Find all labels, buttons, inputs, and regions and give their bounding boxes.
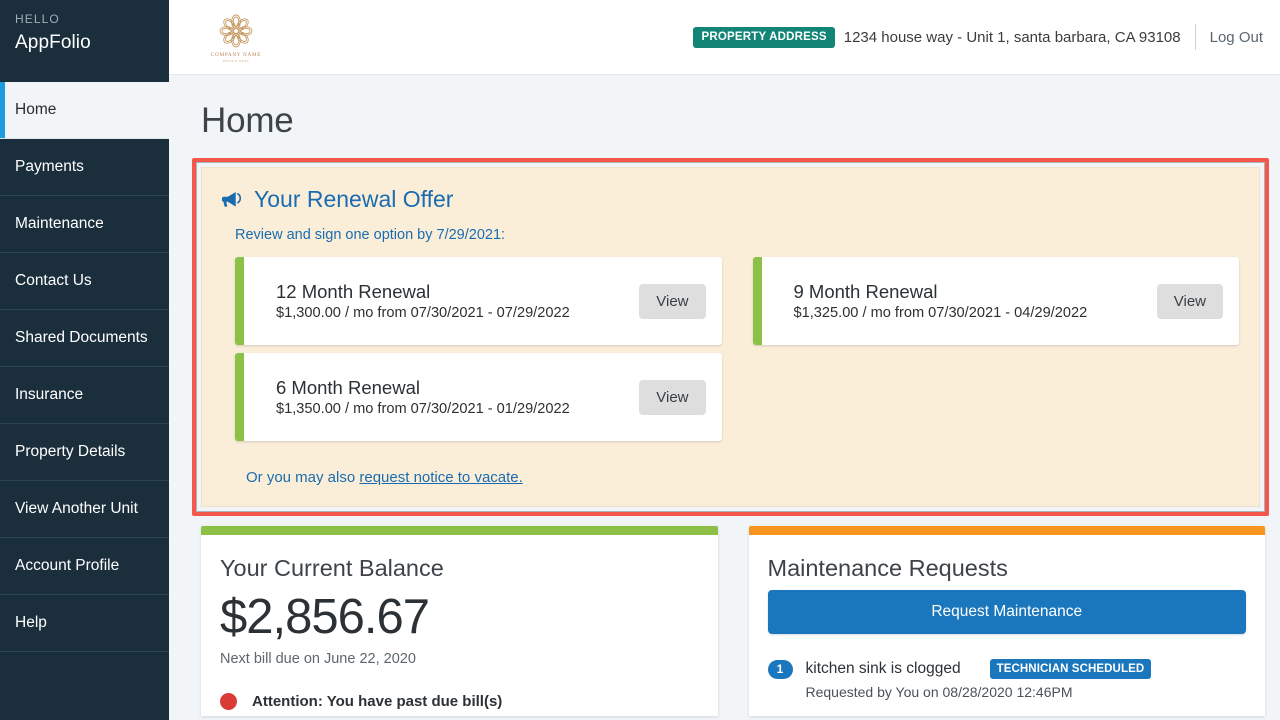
sidebar-item-payments[interactable]: Payments xyxy=(0,139,169,196)
notice-to-vacate-line: Or you may also request notice to vacate… xyxy=(246,469,1239,486)
past-due-alert: Attention: You have past due bill(s) xyxy=(220,692,699,710)
sidebar-account-name: AppFolio xyxy=(15,32,91,53)
main-area: COMPANY NAME DESIGN HERE PROPERTY ADDRES… xyxy=(169,0,1280,720)
renewal-offer-title: Your Renewal Offer xyxy=(254,186,454,212)
request-notice-to-vacate-link[interactable]: request notice to vacate. xyxy=(359,469,522,486)
sidebar-item-view-another-unit[interactable]: View Another Unit xyxy=(0,481,169,538)
sidebar-item-help[interactable]: Help xyxy=(0,595,169,652)
sidebar-item-shared-documents[interactable]: Shared Documents xyxy=(0,310,169,367)
current-balance-title: Your Current Balance xyxy=(220,555,444,581)
sidebar: HELLO AppFolio Home Payments Maintenance… xyxy=(0,0,169,720)
renewal-offer-info: 12 Month Renewal $1,300.00 / mo from 07/… xyxy=(244,281,639,321)
megaphone-icon xyxy=(222,191,242,207)
sidebar-item-label: Insurance xyxy=(15,386,84,403)
flower-mandala-logo-icon xyxy=(219,14,253,48)
company-logo[interactable]: COMPANY NAME DESIGN HERE xyxy=(205,6,267,68)
sidebar-item-label: Payments xyxy=(15,158,84,175)
next-bill-due-text: Next bill due on June 22, 2020 xyxy=(220,650,416,667)
renewal-offer-list: 12 Month Renewal $1,300.00 / mo from 07/… xyxy=(235,257,1239,441)
renewal-offer-highlight-wrap: Your Renewal Offer Review and sign one o… xyxy=(192,158,1269,516)
sidebar-item-label: Shared Documents xyxy=(15,329,148,346)
request-maintenance-button[interactable]: Request Maintenance xyxy=(767,590,1246,634)
renewal-offer-card[interactable]: 12 Month Renewal $1,300.00 / mo from 07/… xyxy=(235,257,722,345)
sidebar-item-label: Contact Us xyxy=(15,272,92,289)
renewal-offer-terms: $1,350.00 / mo from 07/30/2021 - 01/29/2… xyxy=(276,401,570,417)
renewal-offer-card[interactable]: 6 Month Renewal $1,350.00 / mo from 07/3… xyxy=(235,353,722,441)
view-offer-button[interactable]: View xyxy=(639,283,706,319)
sidebar-brand: HELLO AppFolio xyxy=(0,0,169,82)
current-balance-amount: $2,856.67 xyxy=(220,590,430,644)
page-content: Home Your Renewal Offer Review and sign … xyxy=(169,75,1280,720)
maintenance-request-header: 1 kitchen sink is clogged TECHNICIAN SCH… xyxy=(767,659,1247,679)
card-accent-stripe xyxy=(748,526,1265,535)
property-address-badge: PROPERTY ADDRESS xyxy=(693,26,835,48)
view-offer-button[interactable]: View xyxy=(1156,283,1223,319)
renewal-offer-terms: $1,325.00 / mo from 07/30/2021 - 04/29/2… xyxy=(793,305,1088,321)
current-balance-body: Your Current Balance $2,856.67 Next bill… xyxy=(201,535,718,710)
company-logo-tagline: DESIGN HERE xyxy=(222,59,250,63)
dashboard-cards-row: Your Current Balance $2,856.67 Next bill… xyxy=(201,526,1265,716)
sidebar-item-label: Help xyxy=(15,614,47,631)
sidebar-nav: Home Payments Maintenance Contact Us Sha… xyxy=(0,82,169,652)
sidebar-item-property-details[interactable]: Property Details xyxy=(0,424,169,481)
renewal-offer-info: 6 Month Renewal $1,350.00 / mo from 07/3… xyxy=(244,377,639,417)
page-title: Home xyxy=(201,101,294,140)
topbar: COMPANY NAME DESIGN HERE PROPERTY ADDRES… xyxy=(169,0,1280,75)
renewal-offer-name: 12 Month Renewal xyxy=(276,281,431,302)
notice-to-vacate-prefix: Or you may also xyxy=(246,469,360,486)
maintenance-request-title: kitchen sink is clogged xyxy=(805,660,961,677)
maintenance-requests-body: Maintenance Requests Request Maintenance… xyxy=(749,535,1266,700)
sidebar-item-label: Account Profile xyxy=(15,557,120,574)
renewal-offer-subtitle: Review and sign one option by 7/29/2021: xyxy=(235,227,506,243)
topbar-right-group: PROPERTY ADDRESS 1234 house way - Unit 1… xyxy=(693,24,1280,50)
renewal-offer-name: 6 Month Renewal xyxy=(276,377,420,398)
renewal-offer-info: 9 Month Renewal $1,325.00 / mo from 07/3… xyxy=(762,281,1157,321)
sidebar-item-label: Home xyxy=(15,101,57,118)
sidebar-item-contact-us[interactable]: Contact Us xyxy=(0,253,169,310)
current-balance-card: Your Current Balance $2,856.67 Next bill… xyxy=(201,526,718,716)
company-logo-name: COMPANY NAME xyxy=(210,52,262,58)
sidebar-hello-label: HELLO xyxy=(15,12,60,26)
renewal-offer-card[interactable]: 9 Month Renewal $1,325.00 / mo from 07/3… xyxy=(752,257,1239,345)
sidebar-item-home[interactable]: Home xyxy=(0,82,169,139)
property-address-text: 1234 house way - Unit 1, santa barbara, … xyxy=(843,28,1181,46)
sidebar-item-label: Property Details xyxy=(15,443,126,460)
renewal-offer-header: Your Renewal Offer xyxy=(222,186,1239,213)
maintenance-request-meta: Requested by You on 08/28/2020 12:46PM xyxy=(805,684,1073,700)
status-badge: TECHNICIAN SCHEDULED xyxy=(989,659,1152,679)
sidebar-item-label: Maintenance xyxy=(15,215,104,232)
sidebar-item-insurance[interactable]: Insurance xyxy=(0,367,169,424)
app-root: HELLO AppFolio Home Payments Maintenance… xyxy=(0,0,1280,720)
maintenance-request-number: 1 xyxy=(767,659,793,679)
maintenance-request-item[interactable]: 1 kitchen sink is clogged TECHNICIAN SCH… xyxy=(767,659,1247,700)
sidebar-item-maintenance[interactable]: Maintenance xyxy=(0,196,169,253)
log-out-link[interactable]: Log Out xyxy=(1210,29,1263,46)
sidebar-item-account-profile[interactable]: Account Profile xyxy=(0,538,169,595)
view-offer-button[interactable]: View xyxy=(639,379,706,415)
alert-dot-icon xyxy=(220,692,237,710)
maintenance-requests-card: Maintenance Requests Request Maintenance… xyxy=(748,526,1266,716)
card-accent-stripe xyxy=(201,526,718,535)
renewal-offer-terms: $1,300.00 / mo from 07/30/2021 - 07/29/2… xyxy=(276,305,570,321)
past-due-alert-text: Attention: You have past due bill(s) xyxy=(252,692,503,710)
sidebar-item-label: View Another Unit xyxy=(15,500,138,517)
renewal-offer-name: 9 Month Renewal xyxy=(793,281,938,302)
renewal-offer-panel: Your Renewal Offer Review and sign one o… xyxy=(201,167,1260,507)
maintenance-requests-title: Maintenance Requests xyxy=(767,555,1008,581)
topbar-divider xyxy=(1194,24,1196,50)
